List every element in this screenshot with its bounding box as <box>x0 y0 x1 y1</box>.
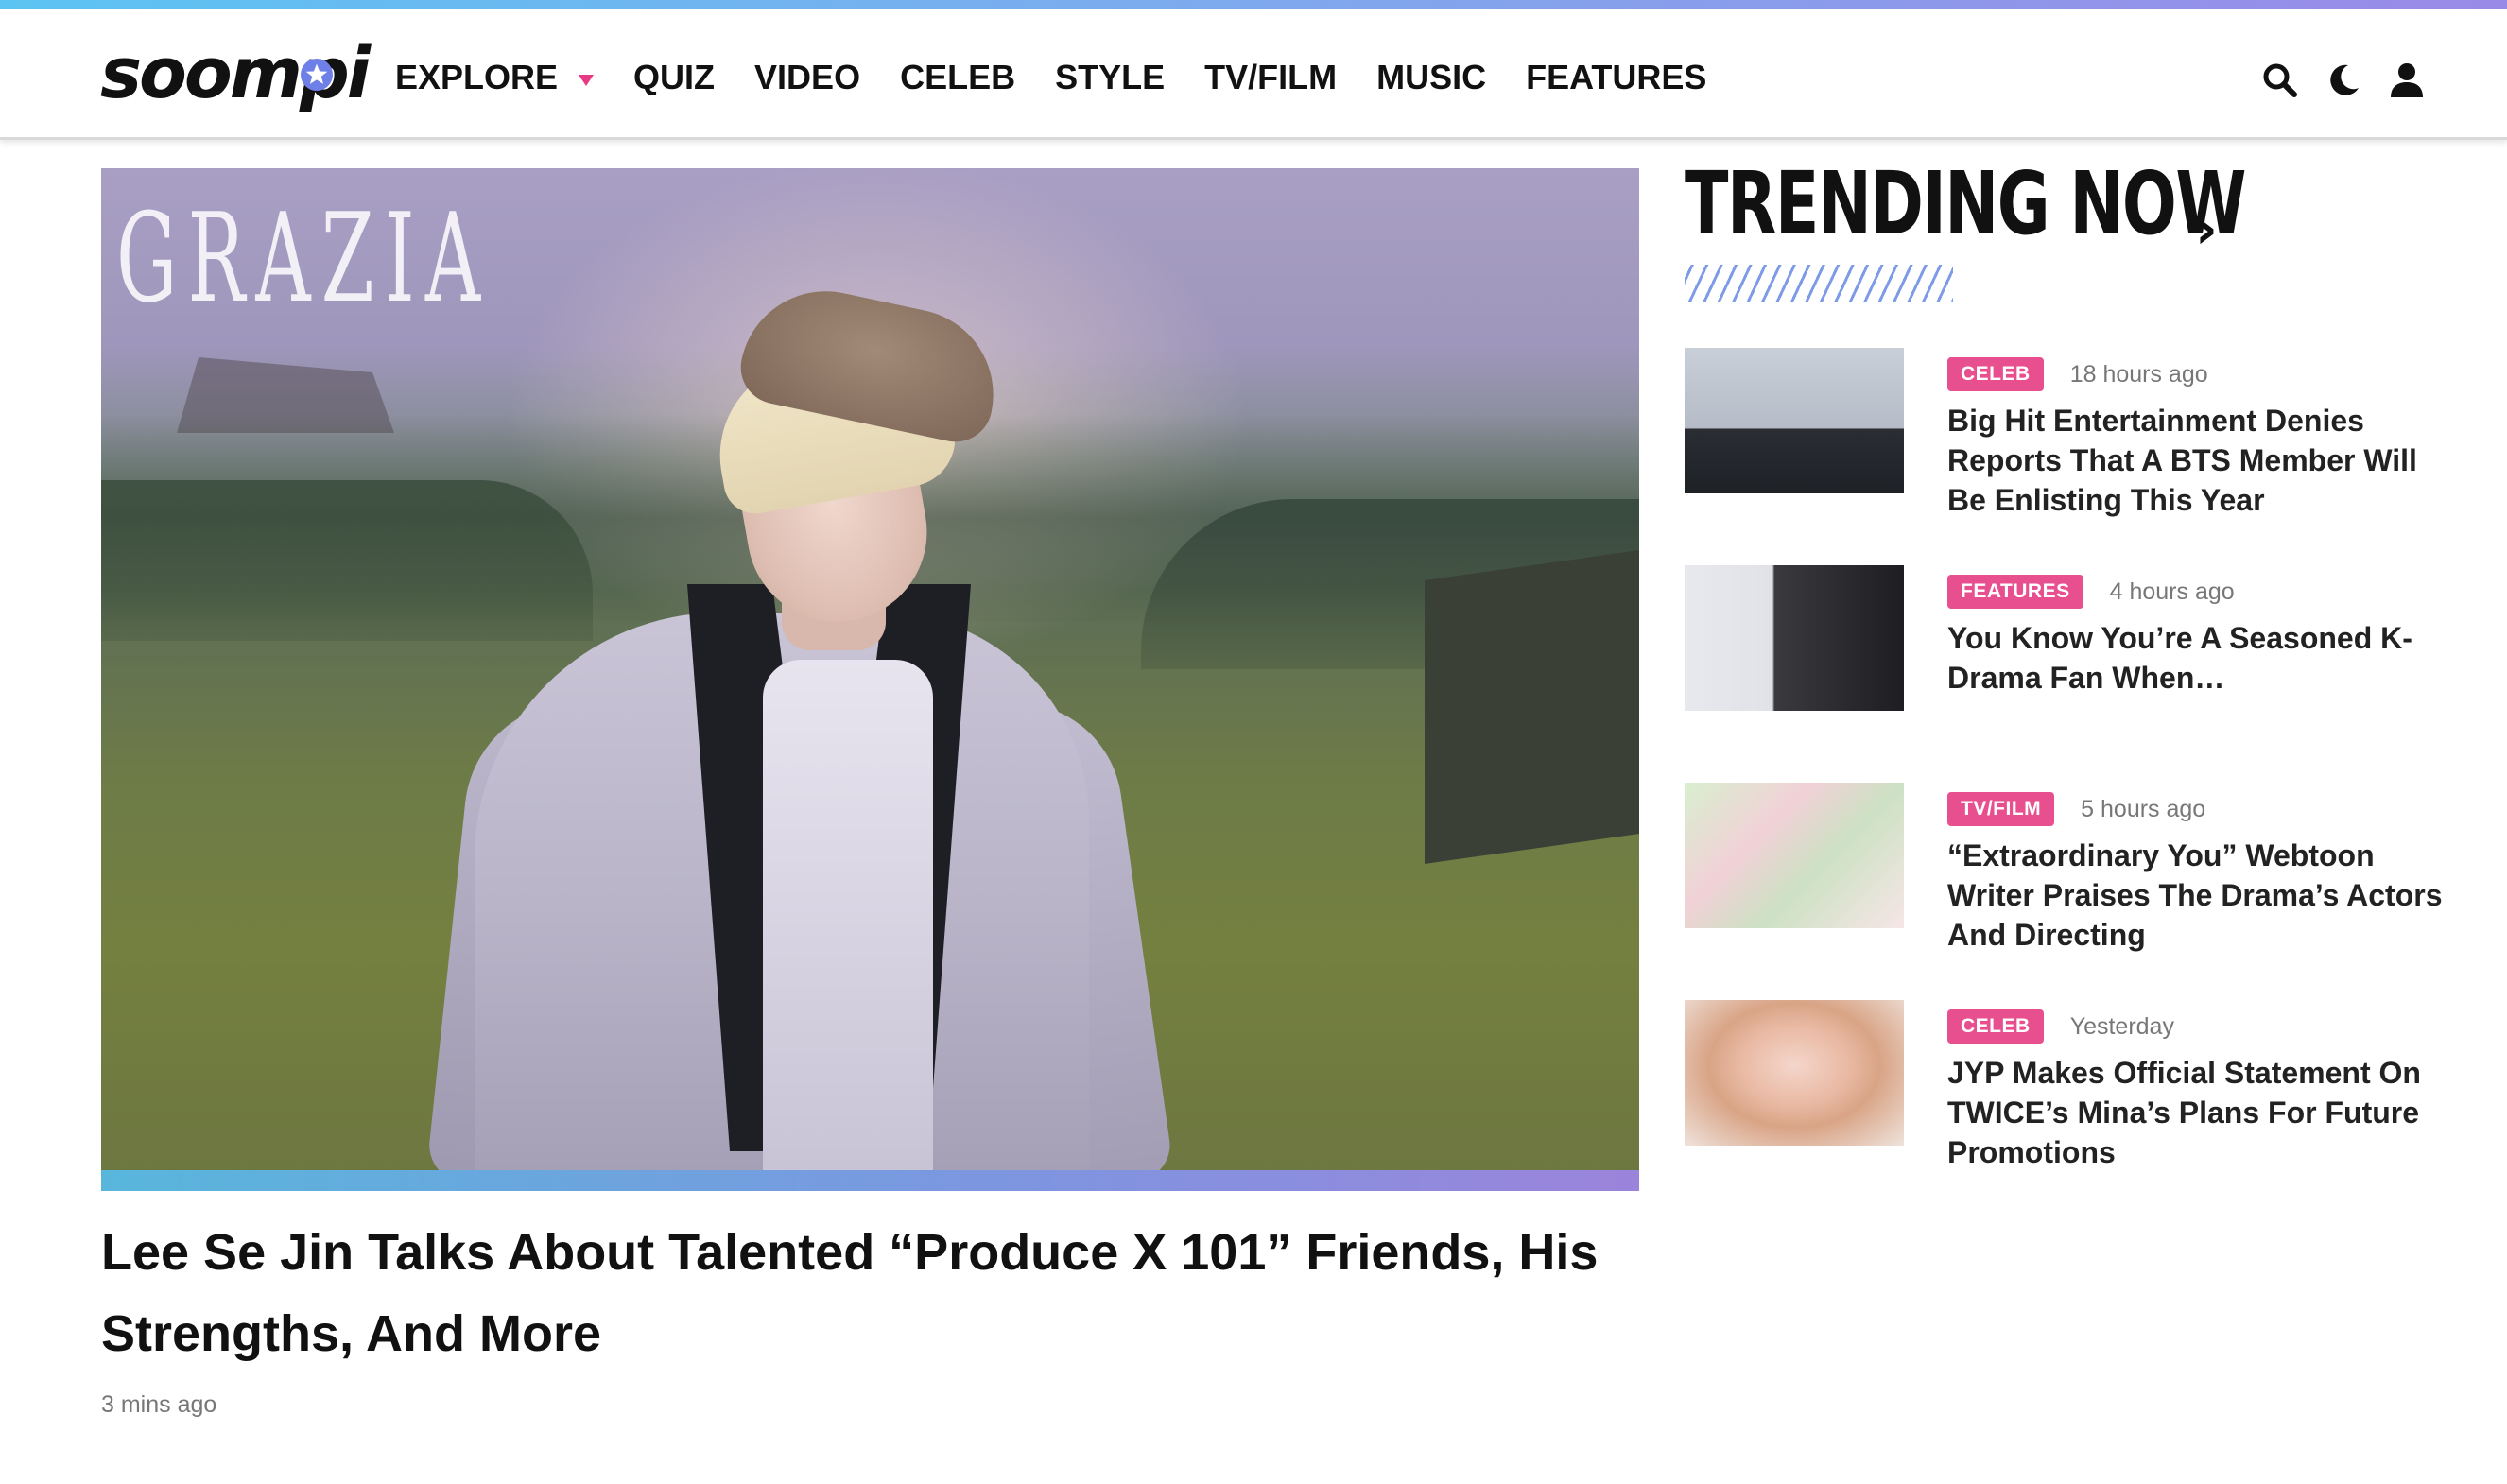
nav-music-label: MUSIC <box>1376 58 1487 96</box>
nav-style-label: STYLE <box>1055 58 1166 96</box>
trending-headline[interactable]: You Know You’re A Seasoned K-Drama Fan W… <box>1947 618 2448 698</box>
nav-explore[interactable]: EXPLORE <box>395 58 595 97</box>
nav-music[interactable]: MUSIC <box>1376 58 1486 97</box>
hero-headline[interactable]: Lee Se Jin Talks About Talented “Produce… <box>101 1212 1614 1374</box>
main-nav: EXPLORE QUIZ VIDEO CELEB STYLE TV/FILM M… <box>395 49 1746 106</box>
trending-item[interactable]: CELEB Yesterday JYP Makes Official State… <box>1685 1000 2441 1217</box>
trending-item[interactable]: CELEB 18 hours ago Big Hit Entertainment… <box>1685 348 2441 565</box>
timestamp: 5 hours ago <box>2081 795 2206 822</box>
magazine-watermark: GRAZIA <box>116 186 492 330</box>
chevron-right-icon[interactable]: › <box>2195 197 2218 261</box>
category-badge[interactable]: CELEB <box>1947 357 2044 391</box>
trending-headline[interactable]: JYP Makes Official Statement On TWICE’s … <box>1947 1053 2448 1172</box>
nav-features-label: FEATURES <box>1526 58 1707 96</box>
timestamp: 4 hours ago <box>2109 578 2235 605</box>
trending-thumbnail[interactable] <box>1685 1000 1904 1146</box>
user-icon[interactable] <box>2388 61 2426 99</box>
hero-article-image[interactable]: GRAZIA <box>101 168 1639 1191</box>
trending-thumbnail[interactable] <box>1685 348 1904 493</box>
nav-celeb[interactable]: CELEB <box>900 58 1015 97</box>
nav-tv-film-label: TV/FILM <box>1204 58 1338 96</box>
nav-explore-label: EXPLORE <box>395 58 559 96</box>
site-header: soompi EXPLORE QUIZ VIDEO CELEB STYLE TV… <box>0 9 2507 140</box>
nav-style[interactable]: STYLE <box>1055 58 1165 97</box>
category-badge[interactable]: FEATURES <box>1947 575 2083 609</box>
nav-quiz[interactable]: QUIZ <box>633 58 715 97</box>
hero-gradient-strip <box>101 1170 1639 1191</box>
soompi-logo[interactable]: soompi <box>100 30 371 117</box>
category-badge[interactable]: CELEB <box>1947 1009 2044 1044</box>
trending-meta: TV/FILM 5 hours ago <box>1947 792 2205 826</box>
trending-list: CELEB 18 hours ago Big Hit Entertainment… <box>1685 348 2442 1217</box>
top-gradient-bar <box>0 0 2507 9</box>
trending-stripes-decoration <box>1685 265 1953 302</box>
trending-meta: FEATURES 4 hours ago <box>1947 575 2235 609</box>
person-shirt <box>763 660 933 1170</box>
category-badge[interactable]: TV/FILM <box>1947 792 2055 826</box>
trending-headline[interactable]: Big Hit Entertainment Denies Reports Tha… <box>1947 401 2448 520</box>
trending-thumbnail[interactable] <box>1685 783 1904 928</box>
moon-icon[interactable] <box>2325 62 2361 98</box>
trending-item[interactable]: FEATURES 4 hours ago You Know You’re A S… <box>1685 565 2441 783</box>
timestamp: 18 hours ago <box>2069 360 2208 388</box>
header-actions <box>2261 57 2426 104</box>
trending-heading[interactable]: TRENDING NOW <box>1685 161 2246 248</box>
star-icon <box>301 59 333 91</box>
caret-down-icon <box>579 75 595 86</box>
search-icon[interactable] <box>2261 61 2299 99</box>
nav-features[interactable]: FEATURES <box>1526 58 1706 97</box>
nav-video[interactable]: VIDEO <box>754 58 860 97</box>
hero-trees-left <box>101 480 593 641</box>
hero-timestamp: 3 mins ago <box>101 1391 217 1418</box>
nav-tv-film[interactable]: TV/FILM <box>1204 58 1337 97</box>
hero-shed <box>1425 550 1639 864</box>
trending-meta: CELEB Yesterday <box>1947 1009 2174 1044</box>
nav-video-label: VIDEO <box>754 58 861 96</box>
trending-meta: CELEB 18 hours ago <box>1947 357 2208 391</box>
nav-celeb-label: CELEB <box>900 58 1016 96</box>
trending-headline[interactable]: “Extraordinary You” Webtoon Writer Prais… <box>1947 836 2448 955</box>
nav-quiz-label: QUIZ <box>633 58 716 96</box>
hero-photo: GRAZIA <box>101 168 1639 1191</box>
trending-item[interactable]: TV/FILM 5 hours ago “Extraordinary You” … <box>1685 783 2442 1000</box>
timestamp: Yesterday <box>2069 1012 2174 1040</box>
trending-thumbnail[interactable] <box>1685 565 1904 711</box>
